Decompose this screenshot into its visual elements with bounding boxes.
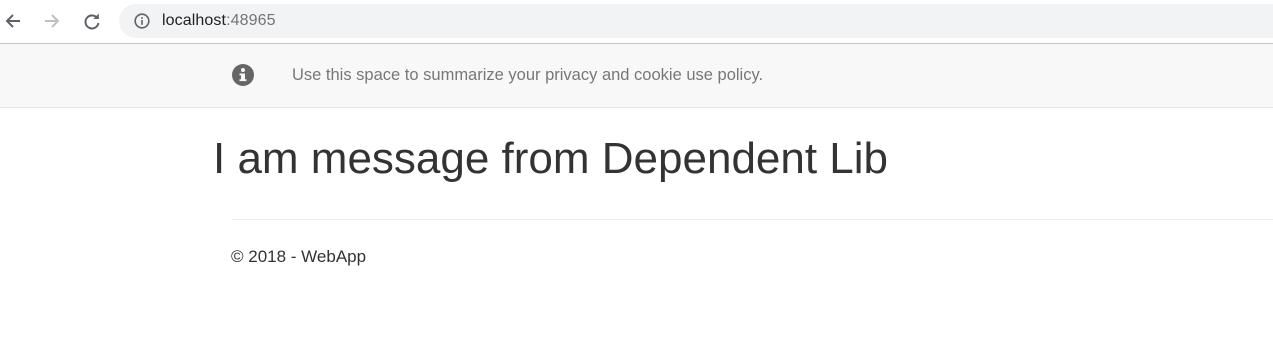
info-icon [232, 64, 254, 86]
url-text[interactable]: localhost:48965 [162, 12, 276, 30]
url-port: :48965 [226, 12, 276, 29]
forward-button[interactable] [39, 8, 65, 34]
footer-divider [232, 219, 1273, 220]
reload-icon [84, 13, 100, 30]
footer-copyright: © 2018 - WebApp [231, 247, 367, 266]
page-heading: I am message from Dependent Lib [213, 134, 889, 183]
back-button[interactable] [0, 8, 26, 34]
arrow-left-icon [5, 14, 20, 28]
cookie-policy-message: Use this space to summarize your privacy… [292, 66, 764, 84]
reload-button[interactable] [79, 8, 105, 34]
site-info-icon[interactable] [133, 12, 151, 30]
url-host: localhost [162, 12, 227, 29]
address-bar[interactable]: localhost:48965 [119, 4, 1273, 38]
arrow-right-icon [45, 14, 60, 28]
cookie-consent-banner: Use this space to summarize your privacy… [0, 44, 1273, 108]
browser-toolbar: localhost:48965 [0, 0, 1273, 44]
